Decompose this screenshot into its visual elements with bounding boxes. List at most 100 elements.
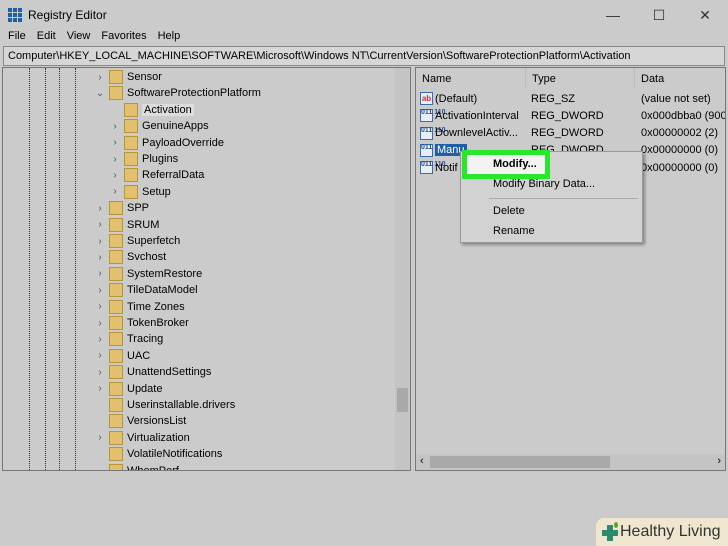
value-type: REG_DWORD [531, 109, 604, 122]
expand-arrow-icon[interactable]: › [95, 203, 105, 214]
expand-arrow-icon[interactable]: › [95, 318, 105, 329]
tree-item-label: UAC [127, 349, 151, 362]
tree-item[interactable]: › SystemRestore [98, 266, 203, 282]
folder-icon [109, 283, 123, 298]
folder-icon [124, 119, 138, 134]
maximize-button[interactable]: ☐ [636, 0, 682, 30]
value-type: REG_SZ [531, 92, 576, 105]
column-header-type[interactable]: Type [526, 68, 635, 88]
value-data: 0x00000000 (0) [641, 144, 719, 157]
value-data: 0x00000002 (2) [641, 127, 719, 140]
menu-edit[interactable]: Edit [37, 30, 56, 46]
collapse-arrow-icon[interactable]: ⌄ [95, 88, 105, 99]
tree-item[interactable]: › Setup [113, 184, 171, 200]
value-row[interactable]: ab (Default) [420, 90, 477, 107]
folder-icon [124, 102, 138, 117]
menu-bar: File Edit View Favorites Help [0, 30, 180, 46]
tree-item[interactable]: › Time Zones [98, 299, 185, 315]
tree-item[interactable]: › SRUM [98, 217, 159, 233]
folder-icon [124, 152, 138, 166]
folder-icon [109, 414, 123, 429]
expand-arrow-icon[interactable]: › [95, 268, 105, 279]
healthy-living-logo: Healthy Living [596, 518, 728, 546]
values-horizontal-scrollbar[interactable]: ‹ › [416, 454, 725, 470]
values-pane: Name Type Data ‹ › ab (Default) REG_SZ (val… [415, 67, 726, 471]
expand-arrow-icon[interactable]: › [110, 121, 120, 132]
tree-item[interactable]: › Superfetch [98, 233, 180, 249]
menu-item-rename[interactable]: Rename [493, 225, 535, 237]
tree-item-label: SystemRestore [127, 267, 203, 280]
context-menu: Modify... Modify Binary Data... Delete R… [460, 150, 643, 243]
tree-item-label: Setup [142, 185, 171, 198]
tree-item[interactable]: VersionsList [109, 413, 186, 429]
tree-item[interactable]: › Update [98, 381, 162, 397]
expand-arrow-icon[interactable]: › [95, 350, 105, 361]
tree-item[interactable]: Userinstallable.drivers [109, 397, 235, 413]
value-type: REG_DWORD [531, 127, 604, 140]
expand-arrow-icon[interactable]: › [95, 383, 105, 394]
tree-item[interactable]: › SPP [98, 200, 149, 216]
folder-icon [109, 266, 123, 281]
value-data: 0x000dbba0 (9000 [641, 109, 726, 122]
menu-help[interactable]: Help [158, 30, 181, 46]
expand-arrow-icon[interactable]: › [110, 170, 120, 181]
folder-icon [124, 168, 138, 183]
tree-item-label: ReferralData [142, 169, 205, 182]
expand-arrow-icon[interactable]: › [110, 137, 120, 148]
tree-item[interactable]: › PayloadOverride [113, 135, 224, 151]
menu-favorites[interactable]: Favorites [101, 30, 146, 46]
tree-item[interactable]: VolatileNotifications [109, 446, 222, 462]
tree-item-label: VolatileNotifications [127, 448, 223, 461]
scroll-right-icon[interactable]: › [717, 455, 721, 467]
value-name: DownlevelActiv... [435, 127, 518, 140]
value-row[interactable]: 011 110 Notif [420, 159, 458, 176]
column-header-name[interactable]: Name [416, 68, 526, 88]
tree-item-label: PayloadOverride [142, 136, 224, 149]
tree-item[interactable]: WbemPerf [109, 463, 179, 470]
tree-item[interactable]: › TokenBroker [98, 315, 189, 331]
column-header-data[interactable]: Data [635, 68, 725, 88]
tree-item[interactable]: › UAC [98, 348, 151, 364]
scrollbar-thumb[interactable] [397, 388, 408, 412]
expand-arrow-icon[interactable]: › [95, 285, 105, 296]
scroll-left-icon[interactable]: ‹ [420, 455, 424, 467]
menu-item-modify-binary-data[interactable]: Modify Binary Data... [493, 178, 595, 190]
tree-item[interactable]: › TileDataModel [98, 282, 198, 298]
expand-arrow-icon[interactable]: › [95, 432, 105, 443]
menu-file[interactable]: File [8, 30, 26, 46]
tree-item[interactable]: Activation [124, 102, 194, 118]
menu-view[interactable]: View [67, 30, 91, 46]
expand-arrow-icon[interactable]: › [95, 252, 105, 263]
expand-arrow-icon[interactable]: › [95, 301, 105, 312]
tree-item[interactable]: › Plugins [113, 151, 178, 167]
tree-item[interactable]: › Svchost [98, 249, 166, 265]
expand-arrow-icon[interactable]: › [95, 72, 105, 83]
menu-separator [489, 198, 638, 199]
expand-arrow-icon[interactable]: › [110, 154, 120, 165]
expand-arrow-icon[interactable]: › [95, 367, 105, 378]
menu-item-modify[interactable]: Modify... [493, 158, 537, 170]
tree-item[interactable]: › UnattendSettings [98, 364, 211, 380]
tree-item[interactable]: › ReferralData [113, 167, 205, 183]
tree-item[interactable]: › Virtualization [98, 430, 190, 446]
registry-editor-icon [8, 8, 22, 22]
tree-item[interactable]: ⌄ SoftwareProtectionPlatform [96, 85, 261, 101]
expand-arrow-icon[interactable]: › [95, 334, 105, 345]
value-data: (value not set) [641, 92, 711, 105]
value-name: Notif [435, 161, 458, 174]
tree-vertical-scrollbar[interactable] [395, 68, 410, 470]
expand-arrow-icon[interactable]: › [95, 236, 105, 247]
expand-arrow-icon[interactable]: › [110, 186, 120, 197]
menu-item-delete[interactable]: Delete [493, 205, 525, 217]
tree-item[interactable]: › GenuineApps [113, 118, 209, 134]
minimize-button[interactable]: — [590, 0, 636, 30]
scrollbar-thumb[interactable] [430, 456, 610, 468]
value-row[interactable]: 011 110 DownlevelActiv... [420, 125, 518, 142]
tree-item[interactable]: › Tracing [98, 331, 163, 347]
value-row[interactable]: 011 110 ActivationInterval [420, 107, 519, 124]
address-bar[interactable]: Computer\HKEY_LOCAL_MACHINE\SOFTWARE\Mic… [3, 46, 725, 66]
close-button[interactable]: ✕ [682, 0, 728, 30]
tree-item[interactable]: › Sensor [98, 69, 162, 85]
expand-arrow-icon[interactable]: › [95, 219, 105, 230]
tree-item-label: Virtualization [127, 431, 190, 444]
